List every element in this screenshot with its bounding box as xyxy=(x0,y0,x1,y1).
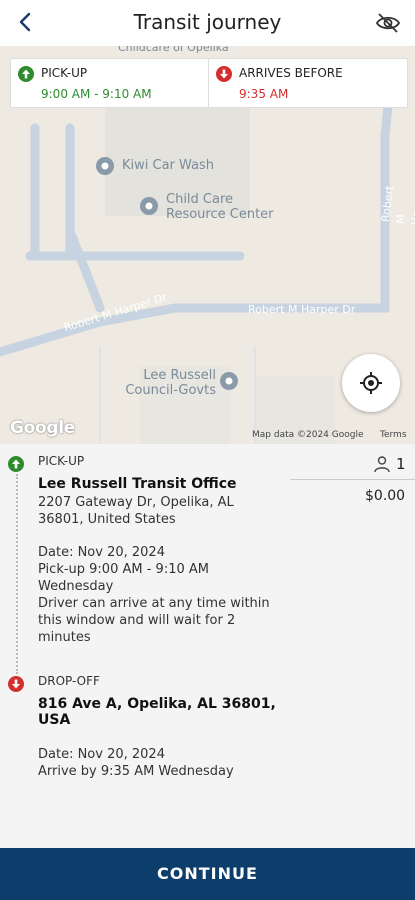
person-icon xyxy=(374,456,390,473)
pickup-address-line1: 2207 Gateway Dr, Opelika, AL xyxy=(38,495,234,510)
trip-details: PICK-UP Lee Russell Transit Office 2207 … xyxy=(0,444,415,848)
pickup-card-time: 9:00 AM - 9:10 AM xyxy=(41,87,152,101)
passenger-count-value: 1 xyxy=(396,455,406,473)
dropoff-arrive-by: Arrive by 9:35 AM Wednesday xyxy=(38,764,234,779)
pickup-date: Date: Nov 20, 2024 xyxy=(38,545,165,560)
pickup-card-label: PICK-UP xyxy=(41,66,88,80)
map-pin-icon[interactable] xyxy=(139,196,159,216)
route-connector xyxy=(16,474,18,674)
dropoff-label: DROP-OFF xyxy=(38,674,100,688)
arrives-card-label: ARRIVES BEFORE xyxy=(239,66,343,80)
trip-summary-cards: PICK-UP 9:00 AM - 9:10 AM ARRIVES BEFORE… xyxy=(10,58,408,108)
eye-off-icon[interactable] xyxy=(375,10,401,36)
road-label: Robert M Harper Dr xyxy=(378,184,415,227)
poi-label: Childcare of Opelika xyxy=(118,46,229,54)
pickup-address-line2: 36801, United States xyxy=(38,512,176,527)
dropoff-section: DROP-OFF 816 Ave A, Opelika, AL 36801, U… xyxy=(38,674,298,780)
my-location-icon xyxy=(360,372,382,394)
pickup-note-line2: this window and will wait for 2 xyxy=(38,613,236,628)
arrow-up-circle-icon xyxy=(18,66,34,82)
dropoff-address-line1: 816 Ave A, Opelika, AL 36801, xyxy=(38,696,276,712)
arrow-down-circle-icon xyxy=(216,66,232,82)
trip-price: $0.00 xyxy=(365,488,406,504)
map-data-attribution: Map data ©2024 Google xyxy=(252,430,364,440)
pickup-section: PICK-UP Lee Russell Transit Office 2207 … xyxy=(38,454,288,646)
route-map[interactable]: Childcare of Opelika PICK-UP 9:00 AM - 9… xyxy=(0,46,415,444)
passenger-count: 1 xyxy=(290,452,415,480)
arrives-card[interactable]: ARRIVES BEFORE 9:35 AM xyxy=(209,59,407,107)
arrives-card-time: 9:35 AM xyxy=(239,87,289,101)
pickup-label: PICK-UP xyxy=(38,454,85,468)
continue-button[interactable]: CONTINUE xyxy=(0,848,415,900)
poi-lee-russell-council-govts[interactable]: Lee Russell Council-Govts xyxy=(120,368,216,398)
pickup-note-line3: minutes xyxy=(38,630,91,645)
arrow-up-circle-icon xyxy=(8,456,24,472)
pickup-window-day: Wednesday xyxy=(38,579,114,594)
page-title: Transit journey xyxy=(133,10,282,34)
my-location-button[interactable] xyxy=(342,354,400,412)
dropoff-address-line2: USA xyxy=(38,712,71,728)
google-logo: Google xyxy=(10,418,76,438)
map-terms-link[interactable]: Terms xyxy=(380,430,407,440)
arrow-down-circle-icon xyxy=(8,676,24,692)
map-pin-icon[interactable] xyxy=(95,156,115,176)
pickup-card[interactable]: PICK-UP 9:00 AM - 9:10 AM xyxy=(11,59,209,107)
road-label: Robert M Harper Dr xyxy=(248,303,356,316)
pickup-note-line1: Driver can arrive at any time within xyxy=(38,596,270,611)
poi-child-care-resource-center[interactable]: Child Care Resource Center xyxy=(166,192,286,222)
map-pin-icon[interactable] xyxy=(219,371,239,391)
pickup-window: Pick-up 9:00 AM - 9:10 AM xyxy=(38,562,209,577)
pickup-place-name: Lee Russell Transit Office xyxy=(38,476,237,492)
poi-kiwi-car-wash[interactable]: Kiwi Car Wash xyxy=(122,158,214,173)
continue-button-label: CONTINUE xyxy=(157,864,258,883)
app-header: Transit journey xyxy=(0,0,415,46)
dropoff-date: Date: Nov 20, 2024 xyxy=(38,747,165,762)
